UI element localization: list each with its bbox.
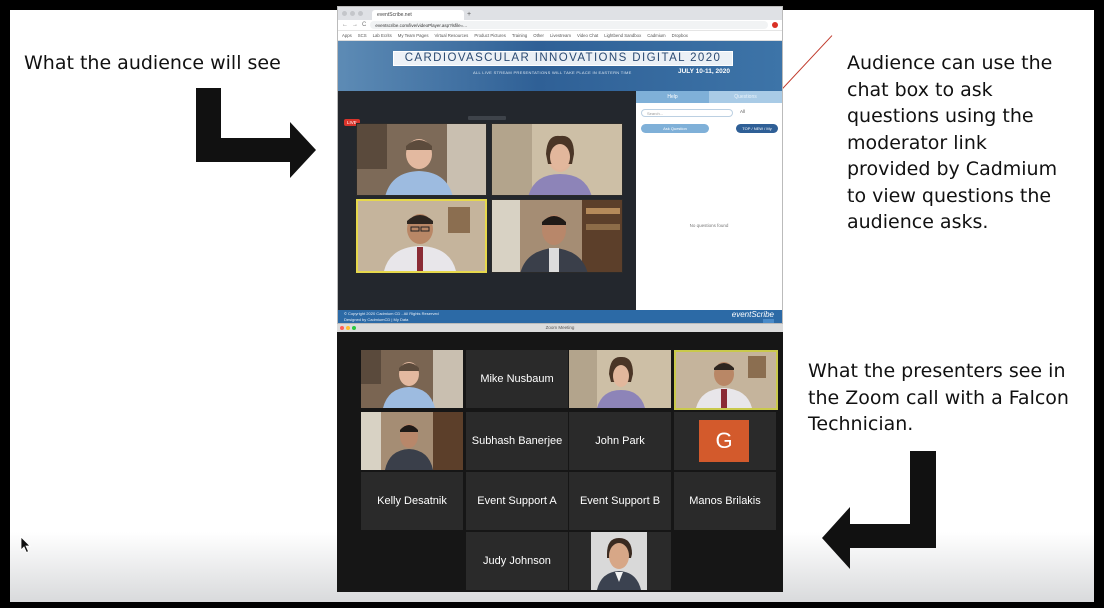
bookmark-item[interactable]: Other xyxy=(533,33,544,38)
bookmarks-bar: Apps SCS Lab Ecrits My Team Pages Virtua… xyxy=(338,31,782,41)
zoom-tile-g-avatar[interactable]: G xyxy=(674,412,776,470)
participant-name: Event Support A xyxy=(477,495,557,507)
bookmark-item[interactable]: Video Chat xyxy=(577,33,598,38)
caption-chat-box: Audience can use the chat box to ask que… xyxy=(847,52,1058,233)
forward-icon[interactable]: → xyxy=(352,22,358,28)
tab-help[interactable]: Help xyxy=(636,91,709,103)
tab-questions[interactable]: Questions xyxy=(709,91,782,103)
participant-name: Mike Nusbaum xyxy=(480,373,554,385)
event-title: CARDIOVASCULAR INNOVATIONS DIGITAL 2020 xyxy=(393,51,733,66)
participant-video-2 xyxy=(569,350,671,408)
window-controls xyxy=(342,11,363,16)
participant-name: Judy Johnson xyxy=(483,555,551,567)
zoom-tile-event-support-b[interactable]: Event Support B xyxy=(569,472,671,530)
caption-audience-view: What the audience will see xyxy=(24,52,281,74)
bookmark-item[interactable]: Virtual Resources xyxy=(434,33,468,38)
participant-name: John Park xyxy=(595,435,645,447)
participant-name: Subhash Banerjee xyxy=(471,435,563,447)
bookmark-item[interactable]: Cadmium xyxy=(647,33,665,38)
participant-video-3 xyxy=(676,352,776,408)
participant-video-4 xyxy=(361,412,463,470)
event-site: CARDIOVASCULAR INNOVATIONS DIGITAL 2020 … xyxy=(338,41,782,323)
bookmark-item[interactable]: Product Pictures xyxy=(474,33,506,38)
footer-copyright: © Copyright 2020 Cadmium CD - All Rights… xyxy=(344,311,439,316)
speaker-3-thumbnail xyxy=(358,201,485,271)
video-tile-speaker-2 xyxy=(491,123,623,196)
ask-question-button[interactable]: Ask Question xyxy=(641,124,709,133)
back-icon[interactable]: ← xyxy=(342,22,348,28)
zoom-tile-event-support-a[interactable]: Event Support A xyxy=(466,472,568,530)
zoom-titlebar: Zoom Meeting xyxy=(337,324,783,332)
video-tile-speaker-3 xyxy=(356,199,487,273)
eventscribe-logo: eventScribe xyxy=(731,310,774,319)
qa-filter-select[interactable]: All xyxy=(740,109,745,114)
bookmark-item[interactable]: SCS xyxy=(358,33,367,38)
arrow-left-icon xyxy=(822,451,936,569)
zoom-tile-video-2[interactable] xyxy=(569,350,671,408)
participant-initial-avatar: G xyxy=(699,420,749,462)
bookmark-item[interactable]: Training xyxy=(512,33,527,38)
window-zoom-button[interactable] xyxy=(358,11,363,16)
livestream-video-panel[interactable]: LIVE xyxy=(338,91,636,310)
arrow-right-icon xyxy=(196,88,316,178)
speaker-2-thumbnail xyxy=(492,124,622,195)
bookmark-item[interactable]: Livestream xyxy=(550,33,571,38)
zoom-tile-mike-nusbaum[interactable]: Mike Nusbaum xyxy=(466,350,568,408)
qa-tabs: Help Questions xyxy=(636,91,782,103)
qa-search-input[interactable]: Search... xyxy=(641,109,733,117)
participant-video-1 xyxy=(361,350,463,408)
browser-tab[interactable]: eventScribe.net xyxy=(372,10,464,20)
zoom-tile-subhash-banerjee[interactable]: Subhash Banerjee xyxy=(466,412,568,470)
zoom-tile-judy-johnson[interactable]: Judy Johnson xyxy=(466,532,568,590)
zoom-tile-manos-brilakis[interactable]: Manos Brilakis xyxy=(674,472,776,530)
reload-icon[interactable]: C xyxy=(362,22,366,28)
zoom-tile-kelly-desatnik[interactable]: Kelly Desatnik xyxy=(361,472,463,530)
zoom-gallery: Mike Nusbaum Subhash Banerjee John Park … xyxy=(337,332,783,592)
event-dates: JULY 10-11, 2020 xyxy=(677,68,730,75)
speaker-label-bar xyxy=(468,116,506,120)
bookmark-item[interactable]: Lightbend Sandbox xyxy=(604,33,641,38)
browser-url-bar: ← → C eventscribe.com/live/videoPlayer.a… xyxy=(338,20,782,31)
bookmark-item[interactable]: Dropbox xyxy=(672,33,688,38)
participant-headshot xyxy=(569,532,671,590)
browser-window: eventScribe.net + ← → C eventscribe.com/… xyxy=(337,6,783,324)
zoom-window-title: Zoom Meeting xyxy=(545,325,575,330)
new-tab-button[interactable]: + xyxy=(467,10,471,20)
event-subtitle: ALL LIVE STREAM PRESENTATIONS WILL TAKE … xyxy=(473,70,632,75)
participant-name: Manos Brilakis xyxy=(689,495,761,507)
zoom-tile-john-park[interactable]: John Park xyxy=(569,412,671,470)
video-tile-speaker-1 xyxy=(356,123,487,196)
window-minimize-button[interactable] xyxy=(350,11,355,16)
event-banner: CARDIOVASCULAR INNOVATIONS DIGITAL 2020 … xyxy=(338,41,782,91)
bookmark-item[interactable]: My Team Pages xyxy=(398,33,429,38)
speaker-1-thumbnail xyxy=(357,124,486,195)
profile-avatar-icon[interactable] xyxy=(772,22,778,28)
qa-empty-message: No questions found xyxy=(689,223,729,228)
caption-presenters-view: What the presenters see in the Zoom call… xyxy=(808,360,1069,435)
window-close-button[interactable] xyxy=(342,11,347,16)
zoom-tile-video-1[interactable] xyxy=(361,350,463,408)
sort-questions-button[interactable]: TOP / NEW / My xyxy=(736,124,778,133)
participant-name: Kelly Desatnik xyxy=(377,495,447,507)
footer-links[interactable]: Designed by CadmiumCD | My Data xyxy=(344,317,408,322)
address-input[interactable]: eventscribe.com/live/videoPlayer.asp?lsf… xyxy=(370,21,768,29)
speaker-4-thumbnail xyxy=(492,200,622,272)
zoom-tile-headshot[interactable] xyxy=(569,532,671,590)
participant-name: Event Support B xyxy=(579,495,661,507)
browser-tab-bar: eventScribe.net + xyxy=(338,7,782,20)
zoom-tile-video-4[interactable] xyxy=(361,412,463,470)
zoom-tile-video-3-active-speaker[interactable] xyxy=(674,350,778,410)
video-tile-speaker-4 xyxy=(491,199,623,273)
bookmark-item[interactable]: Lab Ecrits xyxy=(373,33,392,38)
bookmark-item[interactable]: Apps xyxy=(342,33,352,38)
footer-badge-icon xyxy=(763,319,774,323)
site-footer: © Copyright 2020 Cadmium CD - All Rights… xyxy=(338,310,782,323)
mouse-pointer-icon xyxy=(20,536,31,554)
qa-chat-panel: Help Questions Search... All Ask Questio… xyxy=(636,91,782,310)
